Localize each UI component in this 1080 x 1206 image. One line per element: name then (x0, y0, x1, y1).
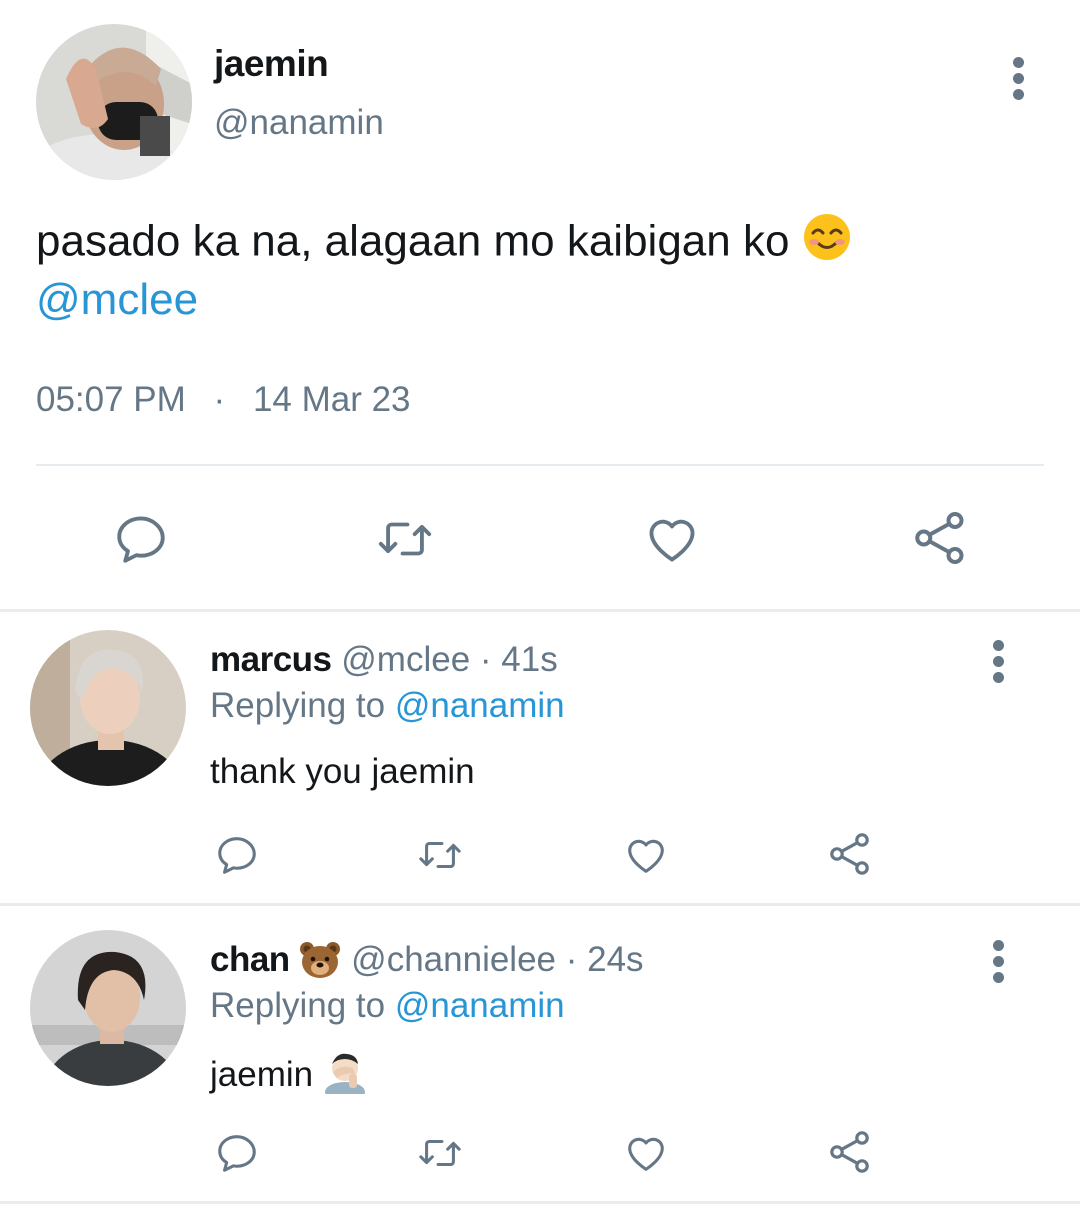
reply-icon[interactable] (214, 832, 260, 878)
timestamp: 05:07 PM · 14 Mar 23 (36, 380, 411, 420)
avatar[interactable] (30, 930, 186, 1086)
user-handle[interactable]: @nanamin (214, 102, 384, 144)
more-options-icon[interactable] (990, 640, 1006, 688)
replying-to-link[interactable]: @nanamin (395, 986, 565, 1025)
mention-link[interactable]: @mclee (36, 272, 198, 328)
reply-body: jaemin (210, 1055, 314, 1094)
user-handle[interactable]: @mclee (341, 640, 470, 679)
reply-header: chan @channielee · 24s (210, 940, 644, 988)
like-icon[interactable] (642, 510, 702, 568)
divider (0, 1201, 1080, 1204)
reply-icon[interactable] (112, 510, 170, 568)
retweet-icon[interactable] (414, 832, 466, 878)
display-name[interactable]: marcus (210, 640, 332, 679)
more-options-icon[interactable] (990, 940, 1006, 988)
bear-face-emoji (299, 941, 341, 988)
user-handle[interactable]: @channielee (351, 940, 556, 979)
replying-label: Replying to (210, 986, 386, 1025)
reply-text: jaemin (210, 1050, 367, 1105)
like-icon[interactable] (622, 1130, 670, 1176)
divider (0, 609, 1080, 612)
more-options-icon[interactable] (1010, 57, 1026, 105)
smiling-face-emoji (802, 212, 852, 276)
reply-age: · 41s (479, 640, 558, 679)
reply-header: marcus @mclee · 41s (210, 640, 558, 680)
retweet-icon[interactable] (414, 1130, 466, 1176)
replying-to: Replying to @nanamin (210, 686, 565, 726)
retweet-icon[interactable] (374, 510, 436, 568)
tweet-time: 05:07 PM (36, 380, 186, 419)
reply-text: thank you jaemin (210, 752, 475, 791)
reply-age: · 24s (565, 940, 644, 979)
divider (0, 903, 1080, 906)
time-separator: · (213, 380, 226, 419)
replying-to-link[interactable]: @nanamin (395, 686, 565, 725)
share-icon[interactable] (826, 830, 874, 878)
divider (36, 464, 1044, 466)
share-icon[interactable] (910, 508, 970, 568)
reply-icon[interactable] (214, 1130, 260, 1176)
replying-label: Replying to (210, 686, 386, 725)
avatar[interactable] (36, 24, 192, 180)
like-icon[interactable] (622, 832, 670, 878)
display-name[interactable]: jaemin (214, 42, 329, 86)
replying-to: Replying to @nanamin (210, 986, 565, 1026)
tweet-body: pasado ka na, alagaan mo kaibigan ko (36, 216, 790, 266)
display-name[interactable]: chan (210, 940, 290, 979)
avatar[interactable] (30, 630, 186, 786)
facepalm-emoji (323, 1050, 367, 1105)
tweet-date: 14 Mar 23 (252, 380, 411, 419)
tweet-text: pasado ka na, alagaan mo kaibigan ko (36, 212, 852, 276)
share-icon[interactable] (826, 1128, 874, 1176)
